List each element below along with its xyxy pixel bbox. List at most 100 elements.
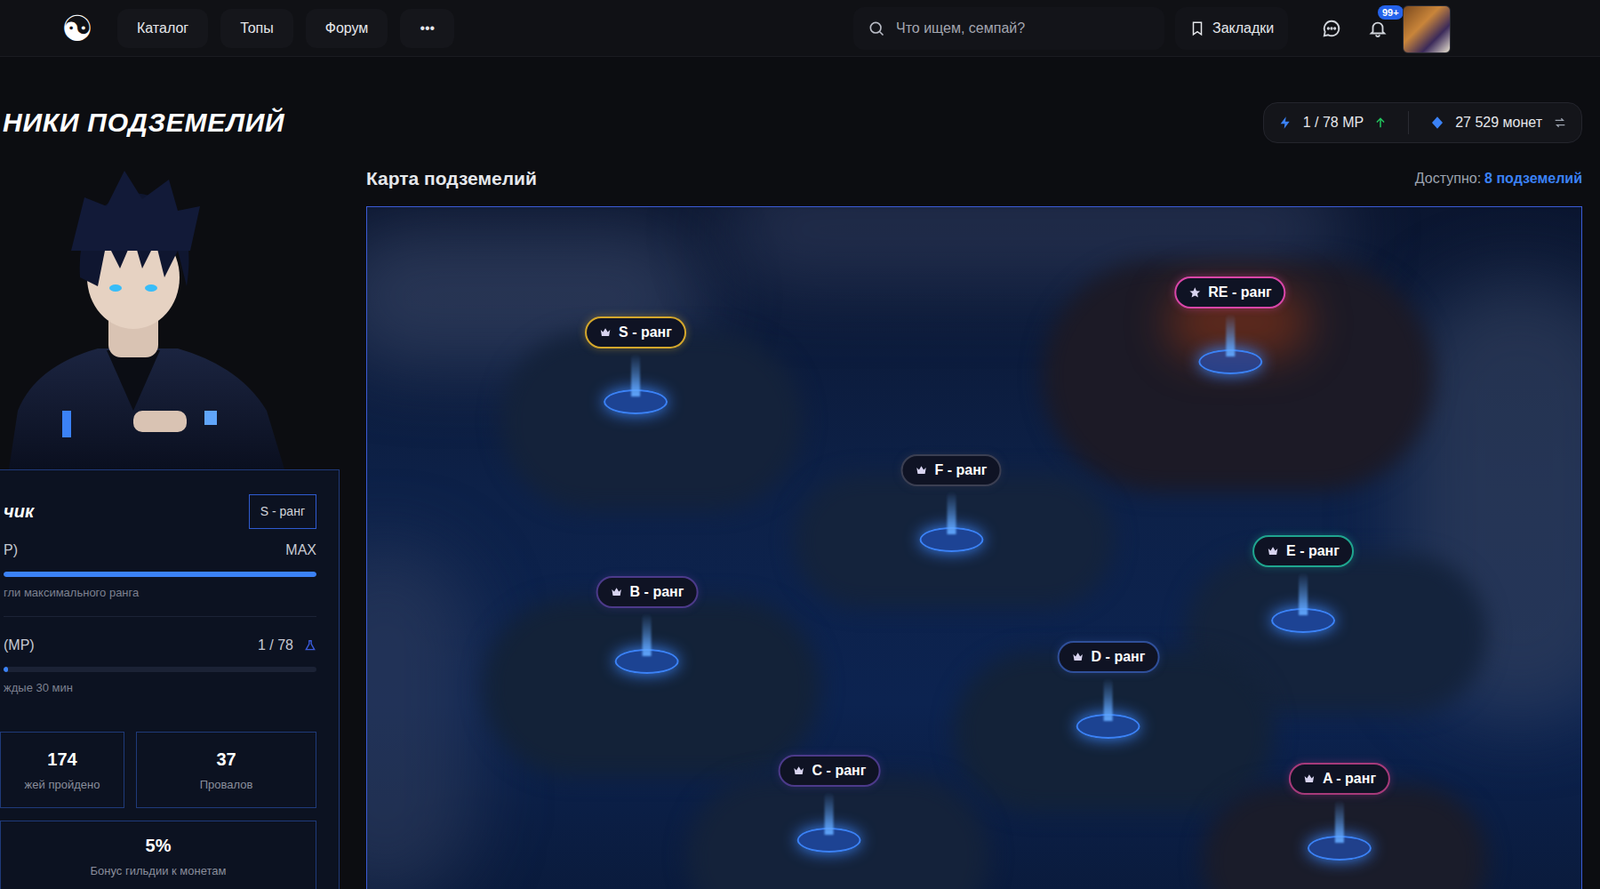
portal-beam (1298, 572, 1308, 616)
dungeon-label[interactable]: RE - ранг (1174, 276, 1286, 309)
resources-pill: 1 / 78 MP 27 529 монет (1263, 102, 1583, 144)
stat-label: Провалов (200, 776, 254, 794)
mp-fill (3, 666, 8, 672)
bookmark-icon (1189, 20, 1206, 37)
top-nav: ☯ Каталог Топы Форум ••• Закладки 99+ (0, 0, 1600, 57)
map-title: Карта подземелий (366, 164, 537, 193)
crown-icon (610, 585, 624, 599)
notifications-badge: 99+ (1377, 5, 1404, 20)
island (482, 598, 821, 776)
dungeon-rank: D - ранг (1091, 646, 1146, 668)
xp-note: гли максимального ранга (3, 584, 317, 602)
dungeon-label[interactable]: B - ранг (596, 576, 699, 608)
crown-icon (1266, 544, 1280, 558)
dungeon-pin[interactable]: A - ранг (1288, 762, 1391, 861)
dungeon-page: НИКИ ПОДЗЕМЕЛИЙ чик (0, 56, 1600, 889)
logo[interactable]: ☯ (58, 9, 96, 48)
character-portrait (0, 144, 340, 470)
crown-icon (1303, 772, 1316, 785)
dungeon-rank: S - ранг (618, 321, 672, 344)
available-label: Доступно: (1415, 168, 1481, 190)
portal-beam (631, 353, 640, 397)
notifications-button[interactable]: 99+ (1360, 10, 1396, 47)
dungeon-rank: A - ранг (1322, 768, 1376, 790)
nav-item[interactable]: ••• (400, 8, 455, 48)
dungeon-label[interactable]: E - ранг (1252, 535, 1354, 568)
stat-label: жей пройдено (24, 776, 101, 794)
dungeon-pin[interactable]: D - ранг (1057, 640, 1160, 739)
rank-badge: S - ранг (248, 494, 317, 529)
bookmarks-label: Закладки (1212, 17, 1274, 40)
dungeon-pin[interactable]: C - ранг (778, 754, 881, 853)
crown-icon (915, 464, 928, 477)
dungeon-pin[interactable]: RE - ранг (1174, 276, 1286, 375)
arrow-up-icon[interactable] (1374, 115, 1387, 130)
bonus-value: 5% (145, 832, 172, 859)
dungeon-label[interactable]: S - ранг (584, 316, 687, 349)
stats-grid: 174 жей пройдено 37 Провалов (0, 731, 317, 808)
xp-row: P) MAX (3, 539, 317, 561)
dungeon-label[interactable]: D - ранг (1057, 640, 1160, 673)
search-field[interactable] (853, 7, 1165, 50)
character-figure (0, 144, 340, 470)
hunter-name: чик (3, 497, 34, 525)
portal-beam (824, 792, 834, 835)
dungeon-pin[interactable]: S - ранг (584, 316, 687, 415)
hunter-card: чик S - ранг P) MAX гли максимального ра… (0, 469, 340, 889)
logo-text: ☯ (61, 10, 94, 47)
xp-bar (3, 571, 317, 577)
stat-box: 37 Провалов (136, 731, 317, 808)
page-title-row: НИКИ ПОДЗЕМЕЛИЙ (0, 101, 340, 144)
diamond-icon (1430, 115, 1445, 130)
nav-item[interactable]: Форум (305, 8, 389, 48)
mp-note: ждые 30 мин (3, 679, 317, 697)
crown-icon (599, 326, 612, 339)
dungeon-label[interactable]: C - ранг (778, 754, 881, 787)
nav-item[interactable]: Топы (220, 8, 294, 48)
user-avatar[interactable] (1402, 5, 1451, 54)
dungeon-rank: RE - ранг (1208, 281, 1272, 304)
bookmarks-button[interactable]: Закладки (1175, 7, 1288, 50)
mp-value: 1 / 78 (257, 634, 294, 656)
search-input[interactable] (896, 17, 1151, 40)
portal-beam (1335, 800, 1344, 843)
crown-icon (1072, 650, 1085, 664)
available-value: 8 подземелий (1484, 168, 1583, 190)
mp-bar (3, 666, 317, 672)
portal-beam (946, 491, 956, 535)
hunter-panel: НИКИ ПОДЗЕМЕЛИЙ чик (0, 101, 340, 889)
xp-label: P) (3, 539, 18, 561)
dungeon-pin[interactable]: F - ранг (901, 454, 1002, 552)
mp-value-group: 1 / 78 (257, 634, 317, 656)
xp-value: MAX (285, 539, 317, 561)
dungeon-map: S - ранг RE - ранг F - ранг B - ранг E - ран… (366, 206, 1583, 889)
star-icon (1188, 286, 1201, 299)
chat-button[interactable] (1313, 10, 1350, 47)
dungeon-label[interactable]: F - ранг (901, 454, 1002, 487)
crown-icon (792, 764, 806, 777)
stat-value: 174 (47, 745, 77, 773)
bell-icon (1368, 18, 1388, 39)
bonus-box: 5% Бонус гильдии к монетам (0, 820, 317, 889)
dungeon-pin[interactable]: B - ранг (596, 576, 699, 674)
page-title: НИКИ ПОДЗЕМЕЛИЙ (2, 109, 285, 136)
nav-item[interactable]: Каталог (117, 8, 208, 48)
portal-beam (1225, 313, 1235, 357)
map-header: Карта подземелий Доступно: 8 подземелий (366, 144, 1583, 207)
dungeon-pin[interactable]: E - ранг (1252, 535, 1354, 633)
divider (3, 616, 317, 617)
mp-row: (MP) 1 / 78 (3, 634, 317, 656)
resources-row: 1 / 78 MP 27 529 монет (366, 101, 1583, 144)
xp-fill (3, 571, 317, 577)
dungeon-label[interactable]: A - ранг (1288, 762, 1391, 795)
main-menu: Каталог Топы Форум ••• (117, 8, 455, 48)
map-section: 1 / 78 MP 27 529 монет Карта подземелий … (366, 101, 1583, 889)
stat-value: 37 (216, 745, 236, 773)
pill-divider (1408, 111, 1409, 135)
mp-label: (MP) (3, 634, 35, 656)
dungeon-rank: B - ранг (630, 581, 685, 603)
dungeon-rank: F - ранг (935, 459, 988, 481)
island (500, 331, 803, 510)
exchange-icon[interactable] (1552, 115, 1568, 130)
bonus-label: Бонус гильдии к монетам (90, 862, 227, 880)
